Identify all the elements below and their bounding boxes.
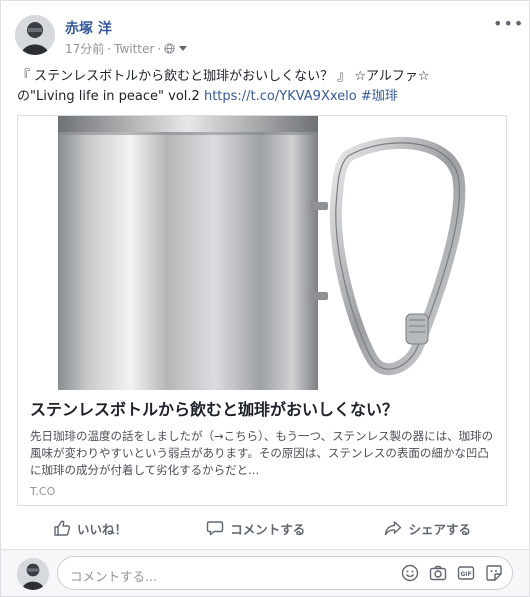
post-text: 『 ステンレスボトルから飲むと珈琲がおいしくない？ 』 ☆アルファ☆ の"Liv… [17,67,517,107]
link-preview-description: 先日珈琲の温度の話をしましたが（→こちら）、もう一つ、ステンレス製の器には、珈琲… [30,429,494,477]
viewer-avatar[interactable] [17,558,49,590]
chevron-down-icon[interactable] [178,45,188,53]
hashtag-link[interactable]: #珈琲 [361,89,398,104]
emoji-icon[interactable] [400,563,420,583]
post-meta: 17分前 · Twitter · [65,40,188,57]
post-text-line-2: の"Living life in peace" vol.2 https://t.… [17,87,517,107]
more-dots-icon[interactable]: ••• [493,16,523,33]
post-link[interactable]: https://t.co/YKVA9Xxelo [204,89,357,104]
comment-tools: GIF [400,563,504,583]
post-actions: いいね！ コメントする シェアする [17,513,507,543]
gif-icon[interactable]: GIF [456,563,476,583]
share-label: シェアする [408,521,471,537]
author-name[interactable]: 赤塚 洋 [65,18,112,38]
meta-separator: · [107,41,112,56]
author-avatar[interactable] [15,15,55,55]
post-text-prefix: の"Living life in peace" vol.2 [17,89,204,104]
camera-icon[interactable] [428,563,448,583]
comment-button[interactable]: コメントする [170,513,341,543]
link-preview-body[interactable]: ステンレスボトルから飲むと珈琲がおいしくない？ 先日珈琲の温度の話をしましたが（… [18,390,506,505]
avatar-photo-icon [17,558,49,590]
sticker-icon[interactable] [484,563,504,583]
comment-label: コメントする [230,521,306,537]
comment-placeholder: コメントする... [70,569,157,584]
comment-composer: コメントする... GIF [1,550,529,596]
post-time[interactable]: 17分前 [65,40,104,57]
meta-separator: · [157,41,162,56]
link-preview[interactable]: ステンレスボトルから飲むと珈琲がおいしくない？ 先日珈琲の温度の話をしましたが（… [17,115,507,506]
like-button[interactable]: いいね！ [17,513,163,543]
link-preview-domain: T.CO [30,485,56,498]
steel-mug-icon [18,116,506,390]
share-button[interactable]: シェアする [348,513,507,543]
post-source[interactable]: Twitter [114,42,154,56]
svg-text:GIF: GIF [460,571,471,578]
avatar-photo-icon [15,15,55,55]
link-preview-title[interactable]: ステンレスボトルから飲むと珈琲がおいしくない？ [30,400,494,420]
share-arrow-icon [385,521,402,536]
post-header: 赤塚 洋 17分前 · Twitter · ••• [15,15,523,59]
comment-bubble-icon [207,521,224,536]
post-card: 赤塚 洋 17分前 · Twitter · ••• 『 ステンレスボトルから飲む… [0,0,530,597]
comment-input[interactable]: コメントする... GIF [57,556,513,590]
link-preview-image[interactable] [18,116,506,390]
post-text-line-1: 『 ステンレスボトルから飲むと珈琲がおいしくない？ 』 ☆アルファ☆ [17,69,430,84]
like-label: いいね！ [77,521,128,537]
thumbs-up-icon [54,520,71,536]
globe-icon[interactable] [164,43,175,54]
